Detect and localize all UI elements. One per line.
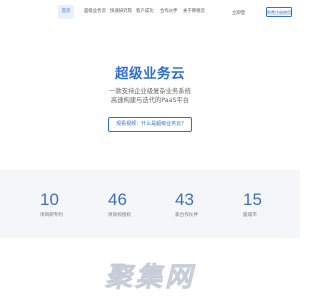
register-button[interactable]: 免费注册使用 <box>266 7 292 17</box>
nav-item-partners[interactable]: 合作伙伴 <box>160 5 178 19</box>
stat-patents: 10 项目研专利 <box>40 190 100 218</box>
stat-label: 项目研专利 <box>40 213 63 218</box>
nav-item-about[interactable]: 关于降德云 <box>183 5 205 19</box>
stat-value: 46 <box>108 190 127 209</box>
watermark-logo: 聚集网 <box>0 259 300 294</box>
svg-text:聚集网: 聚集网 <box>104 262 196 293</box>
stat-label: 座城市 <box>243 213 257 218</box>
nav-item-customer-success[interactable]: 客户成功 <box>136 5 154 19</box>
stat-value: 10 <box>40 190 59 209</box>
stat-trademarks: 46 项商标授权 <box>108 190 168 218</box>
hero-subtitle-line-1: 一款支持企业级复杂业务系统 <box>109 88 191 95</box>
nav-item-super-business-cloud[interactable]: 超级业务云 <box>84 5 106 19</box>
nav-item-research-institute[interactable]: 快速研究院 <box>110 5 132 19</box>
nav-item-home[interactable]: 首页 <box>58 5 74 19</box>
login-link[interactable]: 立即登 <box>232 10 245 16</box>
main-nav: 首页 超级业务云 快速研究院 客户成功 合作伙伴 关于降德云 立即登 免费注册使… <box>0 0 300 24</box>
stat-value: 43 <box>175 190 194 209</box>
watch-video-button[interactable]: 观看视频：什么是超级业务云? <box>108 117 192 132</box>
watermark-logo-graphic: 聚集网 <box>104 262 196 294</box>
top-navigation-bar: 首页 超级业务云 快速研究院 客户成功 合作伙伴 关于降德云 立即登 免费注册使… <box>0 0 300 24</box>
hero-subtitle-line-2: 高速构建与迭代的PaaS平台 <box>110 97 190 104</box>
stat-label: 项商标授权 <box>108 213 131 218</box>
stat-cities: 15 座城市 <box>243 190 303 218</box>
stat-label: 家合作伙伴 <box>175 213 198 218</box>
stat-value: 15 <box>243 190 262 209</box>
stat-partners: 43 家合作伙伴 <box>175 190 235 218</box>
stats-section: 10 项目研专利 46 项商标授权 43 家合作伙伴 15 座城市 <box>0 170 300 238</box>
hero-title: 超级业务云 <box>115 66 185 81</box>
